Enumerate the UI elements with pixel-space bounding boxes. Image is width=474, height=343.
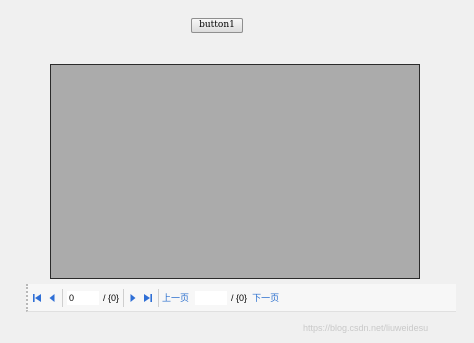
move-first-button[interactable]	[31, 292, 43, 304]
next-page-link[interactable]: 下一页	[252, 291, 279, 304]
next-page-icon	[130, 293, 136, 302]
move-previous-button[interactable]	[46, 292, 58, 304]
previous-page-icon	[49, 293, 55, 302]
watermark-text: https://blog.csdn.net/liuweidesu	[303, 323, 429, 333]
goto-total-label: / {0}	[231, 292, 248, 303]
toolbar-separator	[123, 288, 125, 307]
app-window: button1 / {0}	[0, 0, 474, 343]
prev-page-link[interactable]: 上一页	[162, 291, 189, 304]
total-pages-label: / {0}	[103, 292, 120, 303]
move-next-button[interactable]	[127, 292, 139, 304]
binding-navigator-toolbar: / {0} 上一页 / {0} 下一页	[26, 284, 456, 312]
toolbar-separator	[158, 288, 160, 307]
last-page-icon	[144, 293, 153, 302]
toolbar-separator	[62, 288, 63, 307]
current-page-input[interactable]	[67, 290, 99, 305]
first-page-icon	[33, 293, 41, 302]
data-grid-view[interactable]	[50, 64, 420, 279]
move-last-button[interactable]	[142, 292, 154, 304]
button1[interactable]: button1	[191, 18, 243, 33]
goto-page-input[interactable]	[195, 290, 228, 305]
